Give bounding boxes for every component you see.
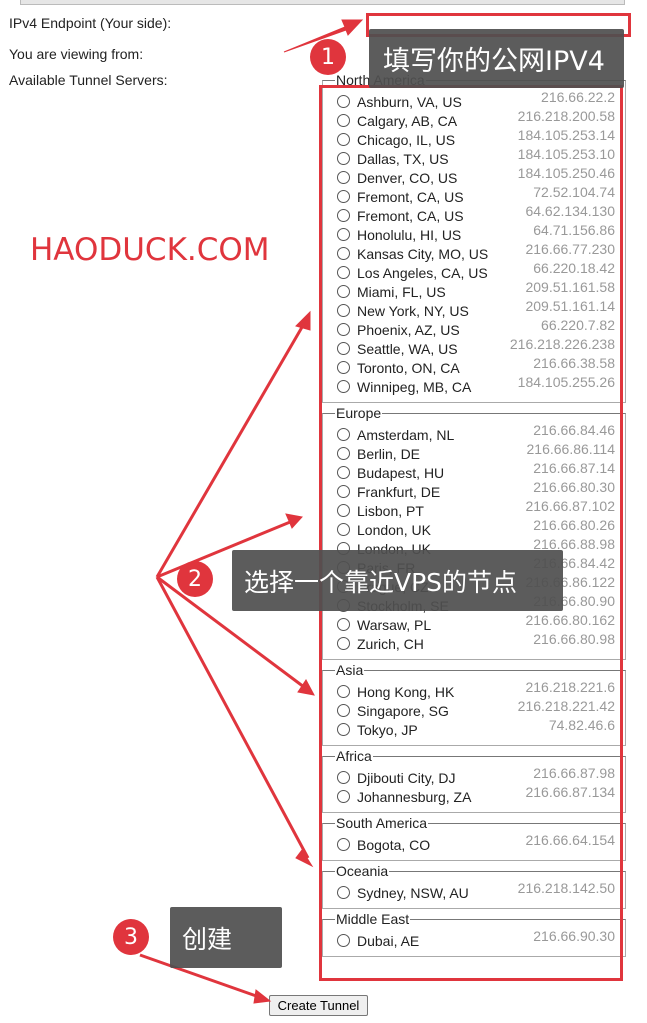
step2-text: 选择一个靠近VPS的节点 — [244, 567, 518, 597]
arrow-2a — [155, 321, 307, 578]
arrow-2d — [155, 576, 310, 859]
step2-tooltip: 选择一个靠近VPS的节点 — [232, 550, 563, 611]
step3-badge: 3 — [113, 919, 149, 955]
step1-badge: 1 — [310, 39, 346, 75]
step2-badge: 2 — [177, 561, 213, 597]
step3-text: 创建 — [182, 924, 233, 954]
step1-tooltip: 填写你的公网IPV4 — [369, 29, 624, 88]
annotation-arrows — [139, 19, 364, 1004]
step1-text: 填写你的公网IPV4 — [383, 46, 605, 77]
step3-tooltip: 创建 — [170, 907, 282, 968]
